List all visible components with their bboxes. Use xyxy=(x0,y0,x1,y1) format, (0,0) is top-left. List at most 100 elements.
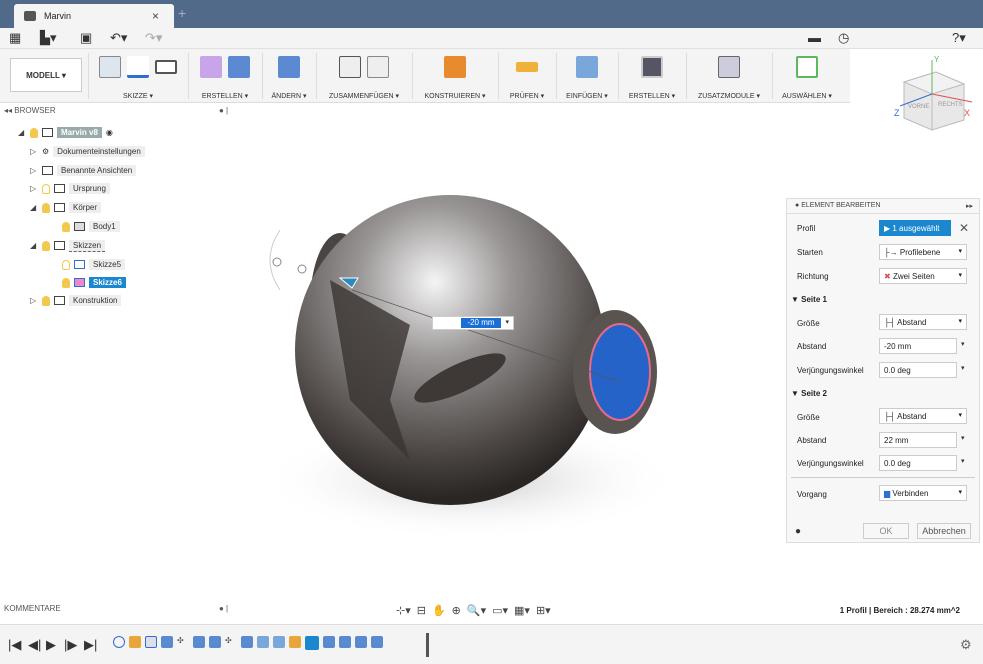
tree-item-origin[interactable]: ▷ Ursprung xyxy=(30,181,110,196)
chevron-down-icon[interactable]: ▾ xyxy=(961,364,965,372)
zoom-icon[interactable]: ⊕ xyxy=(452,604,461,618)
visibility-bulb-icon[interactable] xyxy=(62,277,70,288)
last-step-icon[interactable]: ▶| xyxy=(84,637,97,653)
cancel-button[interactable]: Abbrechen xyxy=(917,523,971,539)
joint-icon[interactable] xyxy=(339,56,361,78)
visibility-bulb-icon[interactable] xyxy=(42,295,50,306)
tree-item-sketch5[interactable]: Skizze5 xyxy=(62,257,126,272)
s2-abstand-input[interactable]: 22 mm xyxy=(879,432,957,448)
group-erstellen-render[interactable]: ERSTELLEN ▾ xyxy=(620,53,684,101)
create-sketch-icon[interactable] xyxy=(99,56,121,78)
timeline-item-icon[interactable] xyxy=(145,636,157,648)
comments-header[interactable]: KOMMENTARE ● | xyxy=(4,604,236,616)
starten-select[interactable]: ├→ Profilebene ▾ xyxy=(879,244,967,260)
group-zusammenfuegen[interactable]: ZUSAMMENFÜGEN ▾ xyxy=(318,53,410,101)
extrude-icon[interactable] xyxy=(228,56,250,78)
timeline-item-icon[interactable] xyxy=(113,636,125,648)
chevron-down-icon[interactable]: ▾ xyxy=(961,457,965,465)
first-step-icon[interactable]: |◀ xyxy=(8,637,21,653)
group-zusatzmodule[interactable]: ZUSATZMODULE ▾ xyxy=(688,53,770,101)
collapse-icon[interactable]: ◢ xyxy=(30,203,38,212)
display-settings-icon[interactable]: ▭▾ xyxy=(492,604,508,618)
s2-winkel-input[interactable]: 0.0 deg xyxy=(879,455,957,471)
render-icon[interactable] xyxy=(641,56,663,78)
visibility-bulb-icon[interactable] xyxy=(42,240,50,251)
tree-root[interactable]: ◢ Marvin v8 ◉ xyxy=(18,125,113,140)
look-at-icon[interactable]: ⊟ xyxy=(417,604,426,618)
timeline-item-icon[interactable] xyxy=(161,636,173,648)
profil-selector[interactable]: ▶ 1 ausgewählt xyxy=(879,220,951,236)
group-einfuegen[interactable]: EINFÜGEN ▾ xyxy=(558,53,616,101)
workspace-switcher[interactable]: MODELL ▾ xyxy=(10,58,82,92)
history-icon[interactable]: ◷ xyxy=(838,31,849,45)
notifications-icon[interactable]: ▬ xyxy=(808,31,821,45)
line-icon[interactable] xyxy=(127,56,149,78)
timeline-item-icon[interactable] xyxy=(289,636,301,648)
tree-item-named-views[interactable]: ▷ Benannte Ansichten xyxy=(30,163,137,178)
timeline-item-icon[interactable] xyxy=(193,636,205,648)
tree-item-sketch6[interactable]: Skizze6 xyxy=(62,275,126,290)
tree-item-body1[interactable]: Body1 xyxy=(62,219,120,234)
fit-icon[interactable]: 🔍▾ xyxy=(467,604,486,618)
s2-groesse-select[interactable]: ├┤ Abstand ▾ xyxy=(879,408,967,424)
press-pull-icon[interactable] xyxy=(278,56,300,78)
scripts-icon[interactable] xyxy=(718,56,740,78)
timeline-marker[interactable] xyxy=(426,633,429,657)
dimension-dropdown-icon[interactable]: ▾ xyxy=(505,318,509,326)
visibility-bulb-icon[interactable] xyxy=(42,202,50,213)
visibility-bulb-icon[interactable] xyxy=(42,183,50,194)
group-pruefen[interactable]: PRÜFEN ▾ xyxy=(500,53,554,101)
ok-button[interactable]: OK xyxy=(863,523,909,539)
browser-pin-icon[interactable]: ● | xyxy=(219,106,228,115)
comments-pin-icon[interactable]: ● | xyxy=(219,604,228,613)
close-tab-icon[interactable]: × xyxy=(152,9,159,23)
section-seite2[interactable]: ▼ Seite 2 xyxy=(791,389,827,398)
timeline-item-icon[interactable] xyxy=(129,636,141,648)
expand-icon[interactable]: ▷ xyxy=(30,184,38,193)
chevron-down-icon[interactable]: ▾ xyxy=(961,340,965,348)
group-skizze[interactable]: SKIZZE ▾ xyxy=(90,53,186,101)
document-tab[interactable]: Marvin × xyxy=(14,4,174,28)
vorgang-select[interactable]: ▆ Verbinden ▾ xyxy=(879,485,967,501)
timeline-item-icon[interactable] xyxy=(323,636,335,648)
visibility-bulb-icon[interactable] xyxy=(30,127,38,138)
manipulator-handle[interactable] xyxy=(272,257,282,267)
form-icon[interactable] xyxy=(200,56,222,78)
tree-item-sketches[interactable]: ◢ Skizzen xyxy=(30,238,106,253)
rectangle-icon[interactable] xyxy=(155,60,177,74)
new-tab-button[interactable]: + xyxy=(178,5,186,21)
grid-icon[interactable]: ▦▾ xyxy=(514,604,530,618)
3d-viewport[interactable] xyxy=(240,150,780,570)
timeline-item-icon[interactable]: ✣ xyxy=(225,636,237,648)
timeline-item-icon[interactable] xyxy=(305,636,319,650)
group-aendern[interactable]: ÄNDERN ▾ xyxy=(264,53,314,101)
next-step-icon[interactable]: |▶ xyxy=(64,637,77,653)
section-seite1[interactable]: ▼ Seite 1 xyxy=(791,295,827,304)
expand-icon[interactable]: ▷ xyxy=(30,147,38,156)
panel-header[interactable]: ● ELEMENT BEARBEITEN ▸▸ xyxy=(787,199,979,214)
s1-winkel-input[interactable]: 0.0 deg xyxy=(879,362,957,378)
as-built-joint-icon[interactable] xyxy=(367,56,389,78)
collapse-icon[interactable]: ◢ xyxy=(30,241,38,250)
select-icon[interactable] xyxy=(796,56,818,78)
save-icon[interactable]: ▣ xyxy=(80,31,92,45)
group-auswaehlen[interactable]: AUSWÄHLEN ▾ xyxy=(774,53,840,101)
visibility-bulb-icon[interactable] xyxy=(62,221,70,232)
browser-header[interactable]: ◂◂ BROWSER ● | xyxy=(4,106,236,118)
richtung-select[interactable]: ✖ Zwei Seiten ▾ xyxy=(879,268,967,284)
play-icon[interactable]: ▶ xyxy=(46,637,56,653)
activate-radio-icon[interactable]: ◉ xyxy=(106,128,113,137)
offset-plane-icon[interactable] xyxy=(444,56,466,78)
expand-icon[interactable]: ▷ xyxy=(30,296,38,305)
s1-groesse-select[interactable]: ├┤ Abstand ▾ xyxy=(879,314,967,330)
expand-panel-icon[interactable]: ▸▸ xyxy=(966,202,973,210)
timeline-item-icon[interactable] xyxy=(273,636,285,648)
orbit-icon[interactable]: ⊹▾ xyxy=(396,604,411,618)
expand-icon[interactable]: ◢ xyxy=(18,128,26,137)
tree-item-bodies[interactable]: ◢ Körper xyxy=(30,200,102,215)
help-icon[interactable]: ?▾ xyxy=(952,31,966,45)
app-grid-icon[interactable]: ▦ xyxy=(9,31,21,45)
viewports-icon[interactable]: ⊞▾ xyxy=(536,604,551,618)
s1-abstand-input[interactable]: -20 mm xyxy=(879,338,957,354)
tree-item-document-settings[interactable]: ▷ ⚙ Dokumenteinstellungen xyxy=(30,144,145,159)
